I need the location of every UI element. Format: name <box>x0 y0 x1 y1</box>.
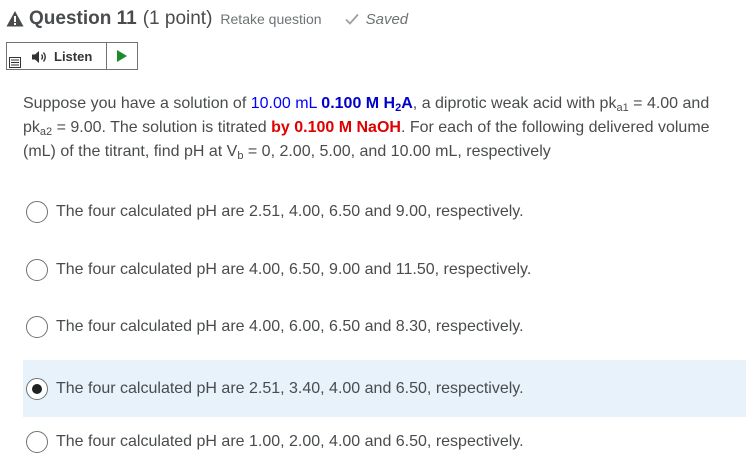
saved-label: Saved <box>365 10 409 28</box>
listen-label: Listen <box>54 48 93 64</box>
pka2-subscript: a2 <box>39 126 53 138</box>
answer-option-label: The four calculated pH are 2.51, 4.00, 6… <box>56 202 524 220</box>
pka1-subscript: a1 <box>616 102 629 114</box>
question-title: Question 11 <box>29 8 137 29</box>
answer-option[interactable]: The four calculated pH are 4.00, 6.00, 6… <box>23 298 746 355</box>
answer-option-label: The four calculated pH are 1.00, 2.00, 4… <box>56 432 524 450</box>
acid-concentration-suffix: A <box>401 95 413 112</box>
question-text: Suppose you have a solution of 10.00 mL … <box>23 92 741 164</box>
question-header: Question 11 (1 point) Retake question Sa… <box>6 6 408 32</box>
answer-option[interactable]: The four calculated pH are 2.51, 3.40, 4… <box>23 360 746 417</box>
answer-option[interactable]: The four calculated pH are 2.51, 4.00, 6… <box>23 183 746 240</box>
question-text-part: Suppose you have a solution of <box>23 95 251 112</box>
document-icon <box>9 57 21 68</box>
readspeaker-toolbar: Listen <box>6 42 138 70</box>
warning-icon <box>6 11 24 27</box>
question-text-part: , a diprotic weak acid with pk <box>412 95 617 112</box>
answer-option-label: The four calculated pH are 4.00, 6.50, 9… <box>56 260 532 278</box>
answer-option-label: The four calculated pH are 2.51, 3.40, 4… <box>56 379 524 397</box>
answer-option[interactable]: The four calculated pH are 1.00, 2.00, 4… <box>23 413 746 470</box>
acid-concentration: 0.100 M H2A <box>321 95 413 114</box>
radio-selected-dot <box>32 383 42 394</box>
radio-button[interactable] <box>26 430 48 453</box>
acid-concentration-prefix: 0.100 M H <box>321 95 396 112</box>
sample-volume: 10.00 mL <box>250 95 317 112</box>
saved-status: Saved <box>344 10 409 28</box>
speaker-icon <box>32 51 46 63</box>
radio-button[interactable] <box>26 258 48 281</box>
listen-button[interactable]: Listen <box>7 43 106 69</box>
play-icon <box>117 50 127 62</box>
answer-option-label: The four calculated pH are 4.00, 6.00, 6… <box>56 317 524 335</box>
checkmark-icon <box>344 13 359 25</box>
question-text-part: = 9.00. The solution is titrated <box>52 119 272 136</box>
titrant-text: by 0.100 M NaOH <box>271 119 401 136</box>
radio-button[interactable] <box>26 377 48 400</box>
retake-question-link[interactable]: Retake question <box>220 11 321 27</box>
radio-button[interactable] <box>26 315 48 338</box>
play-button[interactable] <box>106 43 137 69</box>
question-text-part: = 0, 2.00, 5.00, and 10.00 mL, respectiv… <box>243 143 551 160</box>
answer-option[interactable]: The four calculated pH are 4.00, 6.50, 9… <box>23 241 746 298</box>
question-points: (1 point) <box>142 8 213 29</box>
radio-button[interactable] <box>26 200 48 223</box>
